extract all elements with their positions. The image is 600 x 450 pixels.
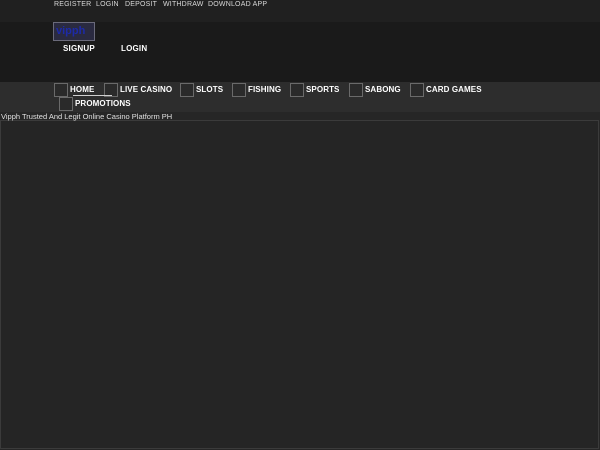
logo-text: vipph	[56, 25, 86, 37]
nav-item-label: CARD GAMES	[426, 85, 482, 94]
nav-item-label: FISHING	[248, 85, 282, 94]
topbar-login-link[interactable]: LOGIN	[96, 1, 119, 8]
active-nav-indicator	[73, 95, 112, 96]
signup-button[interactable]: SIGNUP	[63, 44, 95, 53]
sabong-icon	[349, 83, 363, 97]
nav-item-label: SLOTS	[196, 85, 224, 94]
top-bar: REGISTER LOGIN DEPOSIT WITHDRAW DOWNLOAD…	[0, 0, 600, 22]
promotions-icon	[59, 97, 73, 111]
home-icon	[54, 83, 68, 97]
login-button[interactable]: LOGIN	[121, 44, 147, 53]
site-header: vipph SIGNUP LOGIN	[0, 22, 600, 82]
nav-item-label: HOME	[70, 85, 95, 94]
topbar-register-link[interactable]: REGISTER	[54, 1, 91, 8]
page-caption: Vipph Trusted And Legit Online Casino Pl…	[1, 112, 173, 121]
nav-item-label: LIVE CASINO	[120, 85, 173, 94]
slots-icon	[180, 83, 194, 97]
card-games-icon	[410, 83, 424, 97]
sports-icon	[290, 83, 304, 97]
nav-item-label: SPORTS	[306, 85, 340, 94]
nav-item-label: PROMOTIONS	[75, 99, 131, 108]
main-content: Vipph Trusted And Legit Online Casino Pl…	[0, 112, 600, 450]
nav-item-label: SABONG	[365, 85, 401, 94]
site-logo[interactable]: vipph	[53, 22, 95, 41]
fishing-icon	[232, 83, 246, 97]
content-panel	[0, 120, 599, 449]
topbar-download-app-link[interactable]: DOWNLOAD APP	[208, 1, 267, 8]
topbar-withdraw-link[interactable]: WITHDRAW	[163, 1, 204, 8]
topbar-deposit-link[interactable]: DEPOSIT	[125, 1, 157, 8]
